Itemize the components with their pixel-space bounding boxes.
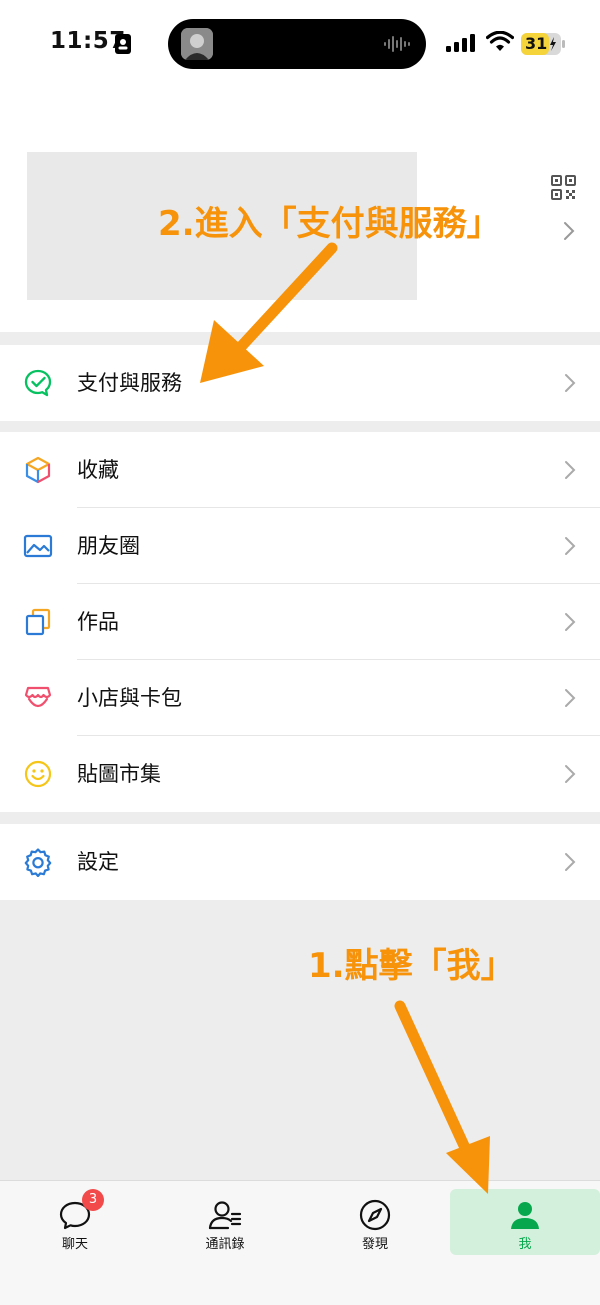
chevron-right-icon <box>565 461 576 479</box>
menu-item-stickers[interactable]: 貼圖市集 <box>0 736 600 812</box>
tab-label: 我 <box>518 1237 532 1252</box>
shop-icon <box>24 686 52 708</box>
waveform-icon <box>384 36 410 52</box>
compass-icon <box>359 1199 391 1231</box>
menu-item-moments[interactable]: 朋友圈 <box>0 508 600 584</box>
now-playing-avatar <box>181 28 213 60</box>
feature-section: 收藏 朋友圈 作品 小店與卡包 貼圖市集 <box>0 432 600 812</box>
pay-services-icon <box>24 369 52 397</box>
menu-item-favorites[interactable]: 收藏 <box>0 432 600 508</box>
settings-gear-icon <box>24 848 52 877</box>
bottom-tab-bar: 3 聊天 通訊錄 發現 我 <box>0 1180 600 1305</box>
tab-contacts[interactable]: 通訊錄 <box>150 1189 300 1255</box>
battery-percentage: 31 <box>525 34 548 53</box>
menu-item-shop-cards[interactable]: 小店與卡包 <box>0 660 600 736</box>
qr-code-icon[interactable] <box>551 175 576 200</box>
chevron-right-icon <box>565 853 576 871</box>
tab-label: 通訊錄 <box>205 1237 245 1252</box>
settings-section: 設定 <box>0 824 600 900</box>
pay-section: 支付與服務 <box>0 345 600 421</box>
tab-chats[interactable]: 3 聊天 <box>0 1189 150 1255</box>
cellular-signal-icon <box>446 34 475 52</box>
menu-item-label: 貼圖市集 <box>77 762 161 786</box>
tab-label: 聊天 <box>61 1237 88 1252</box>
works-stack-icon <box>25 608 51 636</box>
chevron-right-icon <box>565 613 576 631</box>
menu-item-label: 朋友圈 <box>77 534 140 558</box>
arrow-to-me-tab <box>394 1000 490 1194</box>
chevron-right-icon <box>565 689 576 707</box>
menu-item-pay-services[interactable]: 支付與服務 <box>0 345 600 421</box>
sticker-smiley-icon <box>24 760 52 788</box>
annotation-step-2: 2.進入「支付與服務」 <box>158 204 501 244</box>
tab-me[interactable]: 我 <box>450 1189 600 1255</box>
chevron-right-icon <box>565 374 576 392</box>
tab-label: 發現 <box>361 1237 388 1252</box>
contacts-icon <box>208 1201 242 1230</box>
chevron-right-icon <box>565 765 576 783</box>
moments-picture-icon <box>23 534 53 558</box>
unread-badge: 3 <box>82 1189 104 1211</box>
tab-discover[interactable]: 發現 <box>300 1189 450 1255</box>
menu-item-label: 作品 <box>77 610 119 634</box>
menu-item-label: 小店與卡包 <box>77 686 182 710</box>
profile-chevron-right-icon <box>564 222 575 240</box>
battery-indicator: 31 <box>521 33 565 55</box>
annotation-step-1: 1.點擊「我」 <box>308 946 515 986</box>
wifi-icon <box>486 31 514 51</box>
menu-item-settings[interactable]: 設定 <box>0 824 600 900</box>
menu-item-label: 設定 <box>77 850 119 874</box>
menu-item-label: 收藏 <box>77 458 119 482</box>
favorites-cube-icon <box>25 456 51 484</box>
menu-item-works[interactable]: 作品 <box>0 584 600 660</box>
menu-item-label: 支付與服務 <box>77 371 182 395</box>
person-icon <box>511 1202 539 1229</box>
id-card-icon <box>115 34 131 54</box>
chevron-right-icon <box>565 537 576 555</box>
